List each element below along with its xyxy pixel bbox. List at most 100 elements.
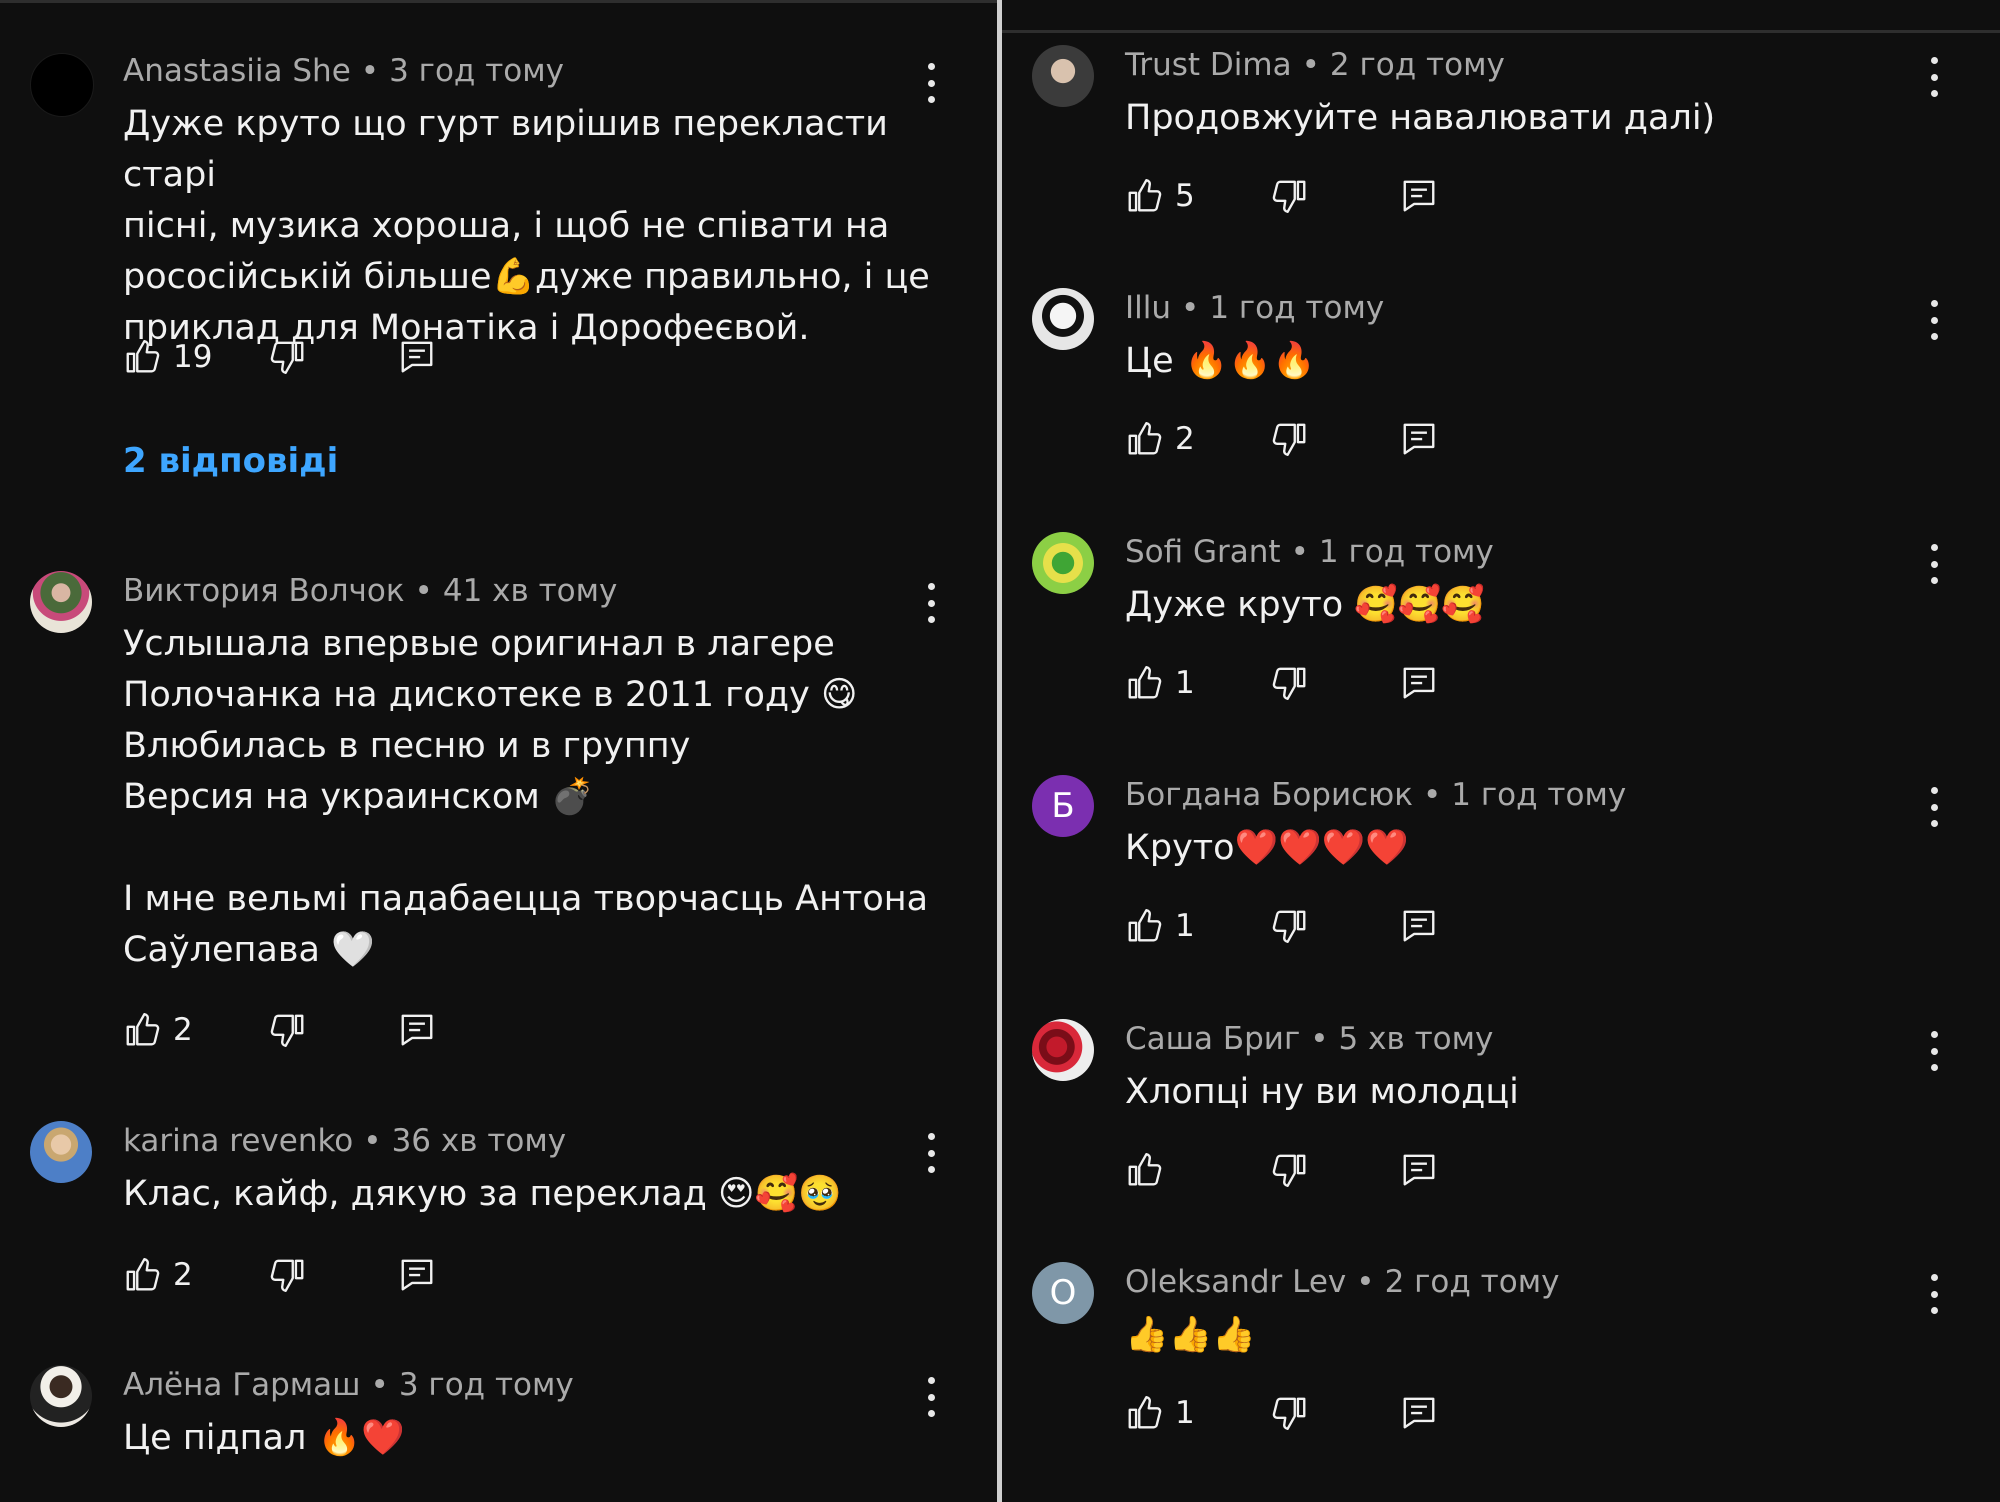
comment-author[interactable]: Oleksandr Lev (1125, 1264, 1346, 1300)
comment-author[interactable]: Illu (1125, 290, 1171, 326)
like-button[interactable]: 2 (123, 1252, 193, 1298)
more-vert-icon[interactable] (1926, 544, 1942, 584)
more-vert-icon[interactable] (1926, 787, 1942, 827)
like-button[interactable]: 19 (123, 334, 212, 380)
more-vert-icon[interactable] (923, 63, 939, 103)
like-count: 5 (1175, 178, 1195, 214)
like-button[interactable]: 1 (1125, 660, 1195, 706)
comment-time[interactable]: 1 год тому (1319, 534, 1494, 570)
reply-button[interactable] (1400, 416, 1438, 462)
avatar[interactable] (1032, 288, 1094, 350)
comment-line: Це підпал 🔥❤️ (123, 1418, 405, 1458)
comment-time[interactable]: 36 хв тому (392, 1123, 567, 1159)
comment-line: Версия на украинском 💣 (123, 777, 595, 817)
avatar[interactable] (1032, 532, 1094, 594)
like-count: 2 (173, 1012, 193, 1048)
comment-time[interactable]: 1 год тому (1451, 777, 1626, 813)
comment-time[interactable]: 41 хв тому (443, 573, 618, 609)
reply-button[interactable] (1400, 660, 1438, 706)
thumb-up-icon (1125, 664, 1163, 702)
more-vert-icon[interactable] (923, 1133, 939, 1173)
like-button[interactable]: 1 (1125, 903, 1195, 949)
thumb-up-icon (1125, 1394, 1163, 1432)
reply-button[interactable] (398, 334, 436, 380)
comment-meta: Oleksandr Lev • 2 год тому (1125, 1262, 1559, 1302)
avatar[interactable]: Б (1032, 775, 1094, 837)
comment-text: Круто❤️❤️❤️❤️ (1125, 823, 1945, 874)
dislike-button[interactable] (1271, 173, 1309, 219)
comment-time[interactable]: 3 год тому (399, 1367, 574, 1403)
comment-text: Клас, кайф, дякую за переклад 😍🥰🥹 (123, 1169, 943, 1220)
comment-meta: Алёна Гармаш • 3 год тому (123, 1365, 574, 1405)
reply-comment-icon (1400, 1151, 1438, 1189)
thumb-down-icon (1271, 664, 1309, 702)
comment-author[interactable]: Богдана Борисюк (1125, 777, 1413, 813)
like-count: 1 (1175, 908, 1195, 944)
dislike-button[interactable] (269, 1252, 307, 1298)
avatar[interactable] (1032, 1019, 1094, 1081)
comment-time[interactable]: 2 год тому (1385, 1264, 1560, 1300)
comment-author[interactable]: Anastasiia She (123, 53, 351, 89)
comment-text: 👍👍👍 (1125, 1310, 1945, 1361)
comment-time[interactable]: 3 год тому (389, 53, 564, 89)
thumb-down-icon (269, 1256, 307, 1294)
like-count: 2 (1175, 421, 1195, 457)
like-button[interactable]: 2 (123, 1007, 193, 1053)
comment-time[interactable]: 1 год тому (1209, 290, 1384, 326)
comment-author[interactable]: Trust Dima (1125, 47, 1292, 83)
avatar[interactable] (1032, 45, 1094, 107)
reply-button[interactable] (1400, 173, 1438, 219)
like-button[interactable]: 1 (1125, 1390, 1195, 1436)
like-button[interactable]: 2 (1125, 416, 1195, 462)
like-button[interactable]: 5 (1125, 173, 1195, 219)
more-vert-icon[interactable] (923, 583, 939, 623)
view-replies-link[interactable]: 2 відповіді (123, 441, 338, 481)
comment-line: 👍👍👍 (1125, 1315, 1256, 1355)
reply-button[interactable] (1400, 903, 1438, 949)
left-comments-panel: Anastasiia She • 3 год тому Дуже круто що … (0, 0, 997, 1502)
comment-author[interactable]: Саша Бриг (1125, 1021, 1300, 1057)
more-vert-icon[interactable] (1926, 300, 1942, 340)
dislike-button[interactable] (1271, 903, 1309, 949)
avatar[interactable] (30, 1121, 92, 1183)
avatar[interactable]: O (1032, 1262, 1094, 1324)
like-button[interactable] (1125, 1147, 1163, 1193)
more-vert-icon[interactable] (1926, 57, 1942, 97)
meta-separator: • (1423, 777, 1442, 813)
dislike-button[interactable] (269, 1496, 307, 1502)
reply-comment-icon (1400, 1394, 1438, 1432)
dislike-button[interactable] (1271, 1147, 1309, 1193)
dislike-button[interactable] (269, 1007, 307, 1053)
comment-line: І мне вельмі падабаецца творчасць Антона (123, 879, 929, 919)
avatar[interactable] (30, 1365, 92, 1427)
dislike-button[interactable] (1271, 416, 1309, 462)
reply-button[interactable] (398, 1252, 436, 1298)
reply-button[interactable] (398, 1496, 436, 1502)
dislike-button[interactable] (269, 334, 307, 380)
comment-author[interactable]: Sofi Grant (1125, 534, 1281, 570)
comment-line: Це 🔥🔥🔥 (1125, 341, 1316, 381)
reply-button[interactable] (1400, 1390, 1438, 1436)
more-vert-icon[interactable] (923, 1377, 939, 1417)
comment-time[interactable]: 2 год тому (1330, 47, 1505, 83)
reply-button[interactable] (1400, 1147, 1438, 1193)
dislike-button[interactable] (1271, 660, 1309, 706)
meta-separator: • (1181, 290, 1200, 326)
thumb-up-icon (123, 1256, 161, 1294)
thumb-down-icon (269, 1011, 307, 1049)
like-button[interactable] (123, 1496, 161, 1502)
comment-meta: Trust Dima • 2 год тому (1125, 45, 1505, 85)
comment-time[interactable]: 5 хв тому (1339, 1021, 1494, 1057)
comment-author[interactable]: karina revenko (123, 1123, 353, 1159)
comment-author[interactable]: Алёна Гармаш (123, 1367, 361, 1403)
thumb-down-icon (1271, 907, 1309, 945)
comment-author[interactable]: Виктория Волчок (123, 573, 405, 609)
thumb-down-icon (1271, 1394, 1309, 1432)
avatar[interactable] (30, 571, 92, 633)
dislike-button[interactable] (1271, 1390, 1309, 1436)
more-vert-icon[interactable] (1926, 1274, 1942, 1314)
reply-comment-icon (398, 1011, 436, 1049)
more-vert-icon[interactable] (1926, 1031, 1942, 1071)
avatar[interactable] (30, 53, 94, 117)
reply-button[interactable] (398, 1007, 436, 1053)
